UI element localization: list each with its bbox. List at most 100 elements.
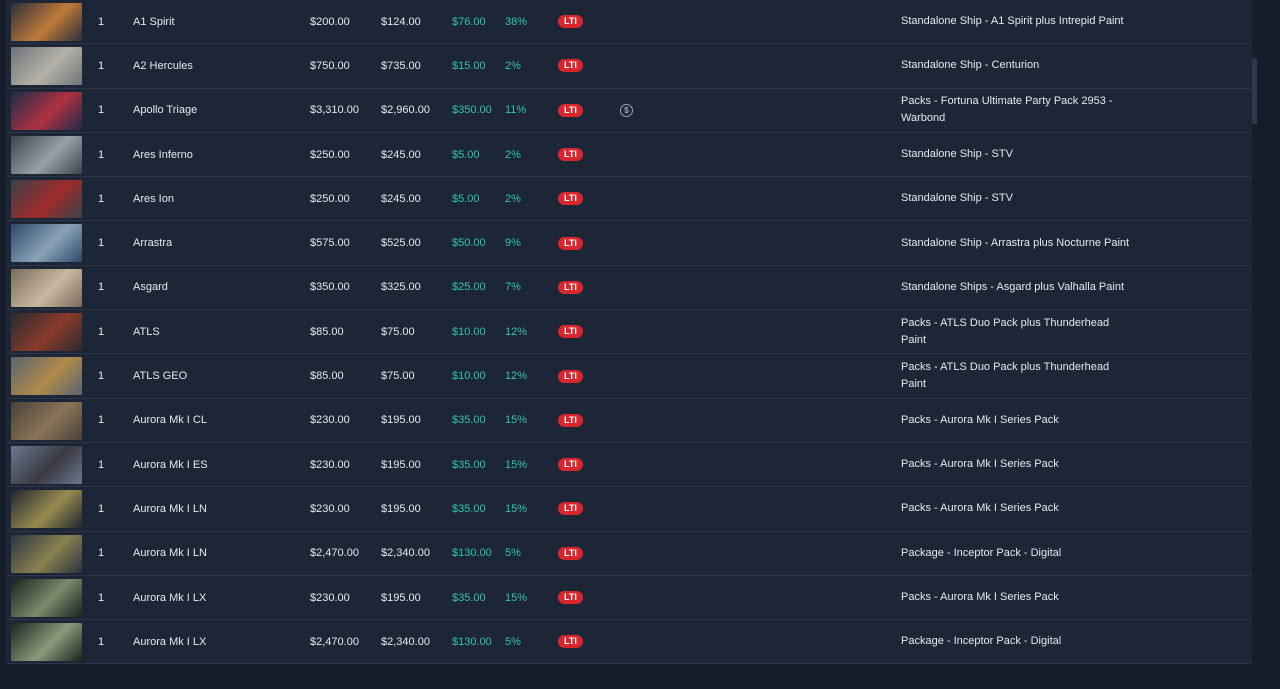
lti-badge-cell: LTI (558, 354, 583, 397)
lti-badge: LTI (558, 15, 583, 29)
table-row[interactable]: 1 A2 Hercules $750.00 $735.00 $15.00 2% … (6, 44, 1252, 89)
price-current: $195.00 (381, 414, 421, 427)
ship-thumbnail[interactable] (11, 3, 82, 41)
lti-badge-cell: LTI (558, 576, 583, 619)
ship-name[interactable]: ATLS (133, 310, 160, 353)
ship-name[interactable]: Ares Ion (133, 177, 174, 220)
price-current: $2,340.00 (381, 635, 430, 648)
price-savings: $130.00 (452, 547, 492, 560)
ship-name[interactable]: Aurora Mk I LX (133, 620, 206, 663)
ship-thumbnail[interactable] (11, 534, 82, 573)
lti-badge-cell: LTI (558, 0, 583, 43)
table-row[interactable]: 1 Ares Inferno $250.00 $245.00 $5.00 2% … (6, 132, 1252, 178)
price-original: $85.00 (310, 370, 344, 383)
lti-badge-cell: LTI (558, 532, 583, 575)
ship-name[interactable]: Asgard (133, 266, 168, 309)
package-description: Packs - Aurora Mk I Series Pack (901, 413, 1059, 426)
price-current: $245.00 (381, 192, 421, 205)
ship-name[interactable]: Aurora Mk I LN (133, 532, 207, 575)
table-row[interactable]: 1 Arrastra $575.00 $525.00 $50.00 9% LTI… (6, 221, 1252, 266)
quantity: 1 (98, 281, 105, 294)
ship-thumbnail[interactable] (11, 91, 82, 130)
ship-thumbnail[interactable] (11, 445, 82, 484)
lti-badge-cell: LTI (558, 443, 583, 486)
ship-name[interactable]: ATLS GEO (133, 354, 187, 397)
ship-name[interactable]: Apollo Triage (133, 89, 197, 132)
package-description: Packs - ATLS Duo Pack plus Thunderhead P… (901, 316, 1110, 346)
lti-badge-cell: LTI (558, 177, 583, 220)
ship-thumbnail[interactable] (11, 268, 82, 307)
ship-name[interactable]: A1 Spirit (133, 0, 175, 43)
table-row[interactable]: 1 ATLS GEO $85.00 $75.00 $10.00 12% LTI … (6, 354, 1252, 399)
table-row[interactable]: 1 Ares Ion $250.00 $245.00 $5.00 2% LTI … (6, 177, 1252, 222)
price-original: $250.00 (310, 192, 350, 205)
quantity: 1 (98, 192, 105, 205)
ship-thumbnail[interactable] (11, 357, 82, 396)
price-savings: $35.00 (452, 414, 486, 427)
package-description: Standalone Ships - Asgard plus Valhalla … (901, 280, 1124, 293)
price-savings: $10.00 (452, 325, 486, 338)
lti-badge-cell: LTI (558, 221, 583, 264)
price-original: $250.00 (310, 148, 350, 161)
ship-thumbnail[interactable] (11, 490, 82, 529)
lti-badge: LTI (558, 59, 583, 73)
scrollbar-thumb[interactable] (1252, 58, 1257, 124)
dollar-coin-icon[interactable]: $ (620, 103, 633, 117)
extra-cell: $ (620, 89, 633, 132)
table-row[interactable]: 1 Aurora Mk I ES $230.00 $195.00 $35.00 … (6, 442, 1252, 488)
table-row[interactable]: 1 ATLS $85.00 $75.00 $10.00 12% LTI Pack… (6, 310, 1252, 355)
ship-name[interactable]: Ares Inferno (133, 133, 193, 176)
ship-thumbnail[interactable] (11, 578, 82, 617)
savings-percent: 2% (505, 192, 521, 205)
quantity: 1 (98, 458, 105, 471)
quantity: 1 (98, 547, 105, 560)
ship-name[interactable]: Aurora Mk I CL (133, 399, 207, 442)
ship-thumbnail[interactable] (11, 180, 82, 219)
table-row[interactable]: 1 Aurora Mk I LX $230.00 $195.00 $35.00 … (6, 575, 1252, 621)
table-row[interactable]: 1 Asgard $350.00 $325.00 $25.00 7% LTI S… (6, 265, 1252, 311)
quantity: 1 (98, 502, 105, 515)
package-description: Standalone Ship - Centurion (901, 59, 1040, 72)
bottom-edge (0, 680, 1280, 689)
lti-badge: LTI (558, 236, 583, 250)
ship-name[interactable]: Aurora Mk I LX (133, 576, 206, 619)
price-savings: $35.00 (452, 591, 486, 604)
ship-thumbnail[interactable] (11, 47, 82, 86)
table-row[interactable]: 1 Aurora Mk I CL $230.00 $195.00 $35.00 … (6, 398, 1252, 443)
price-original: $750.00 (310, 59, 350, 72)
ship-thumbnail[interactable] (11, 313, 82, 352)
package-description: Packs - ATLS Duo Pack plus Thunderhead P… (901, 361, 1110, 391)
lti-badge: LTI (558, 546, 583, 560)
savings-percent: 12% (505, 370, 528, 383)
table-row[interactable]: 1 Apollo Triage $3,310.00 $2,960.00 $350… (6, 88, 1252, 133)
package-description: Packs - Aurora Mk I Series Pack (901, 502, 1059, 515)
ship-thumbnail[interactable] (11, 623, 82, 662)
table-row[interactable]: 1 Aurora Mk I LN $2,470.00 $2,340.00 $13… (6, 531, 1252, 576)
price-original: $2,470.00 (310, 635, 359, 648)
price-original: $230.00 (310, 591, 350, 604)
price-savings: $50.00 (452, 237, 486, 250)
lti-badge: LTI (558, 635, 583, 649)
table-row[interactable]: 1 Aurora Mk I LX $2,470.00 $2,340.00 $13… (6, 620, 1252, 665)
lti-badge: LTI (558, 280, 583, 294)
price-current: $195.00 (381, 591, 421, 604)
ship-table: 1 1 A1 Spirit $200.00 $124.00 $76.00 38%… (6, 0, 1252, 665)
price-savings: $10.00 (452, 370, 486, 383)
ship-thumbnail[interactable] (11, 135, 82, 174)
ship-thumbnail[interactable] (11, 224, 82, 263)
price-original: $2,470.00 (310, 547, 359, 560)
savings-percent: 12% (505, 325, 528, 338)
ship-name[interactable]: Arrastra (133, 221, 172, 264)
quantity: 1 (98, 635, 105, 648)
lti-badge-cell: LTI (558, 310, 583, 353)
package-description: Packs - Aurora Mk I Series Pack (901, 458, 1059, 471)
savings-percent: 7% (505, 281, 521, 294)
package-description: Standalone Ship - STV (901, 192, 1013, 205)
table-row[interactable]: 1 A1 Spirit $200.00 $124.00 $76.00 38% L… (6, 0, 1252, 45)
ship-thumbnail[interactable] (11, 401, 82, 440)
table-row[interactable]: 1 Aurora Mk I LN $230.00 $195.00 $35.00 … (6, 487, 1252, 532)
ship-name[interactable]: Aurora Mk I LN (133, 487, 207, 530)
ship-name[interactable]: A2 Hercules (133, 44, 193, 87)
lti-badge: LTI (558, 369, 583, 383)
ship-name[interactable]: Aurora Mk I ES (133, 443, 208, 486)
